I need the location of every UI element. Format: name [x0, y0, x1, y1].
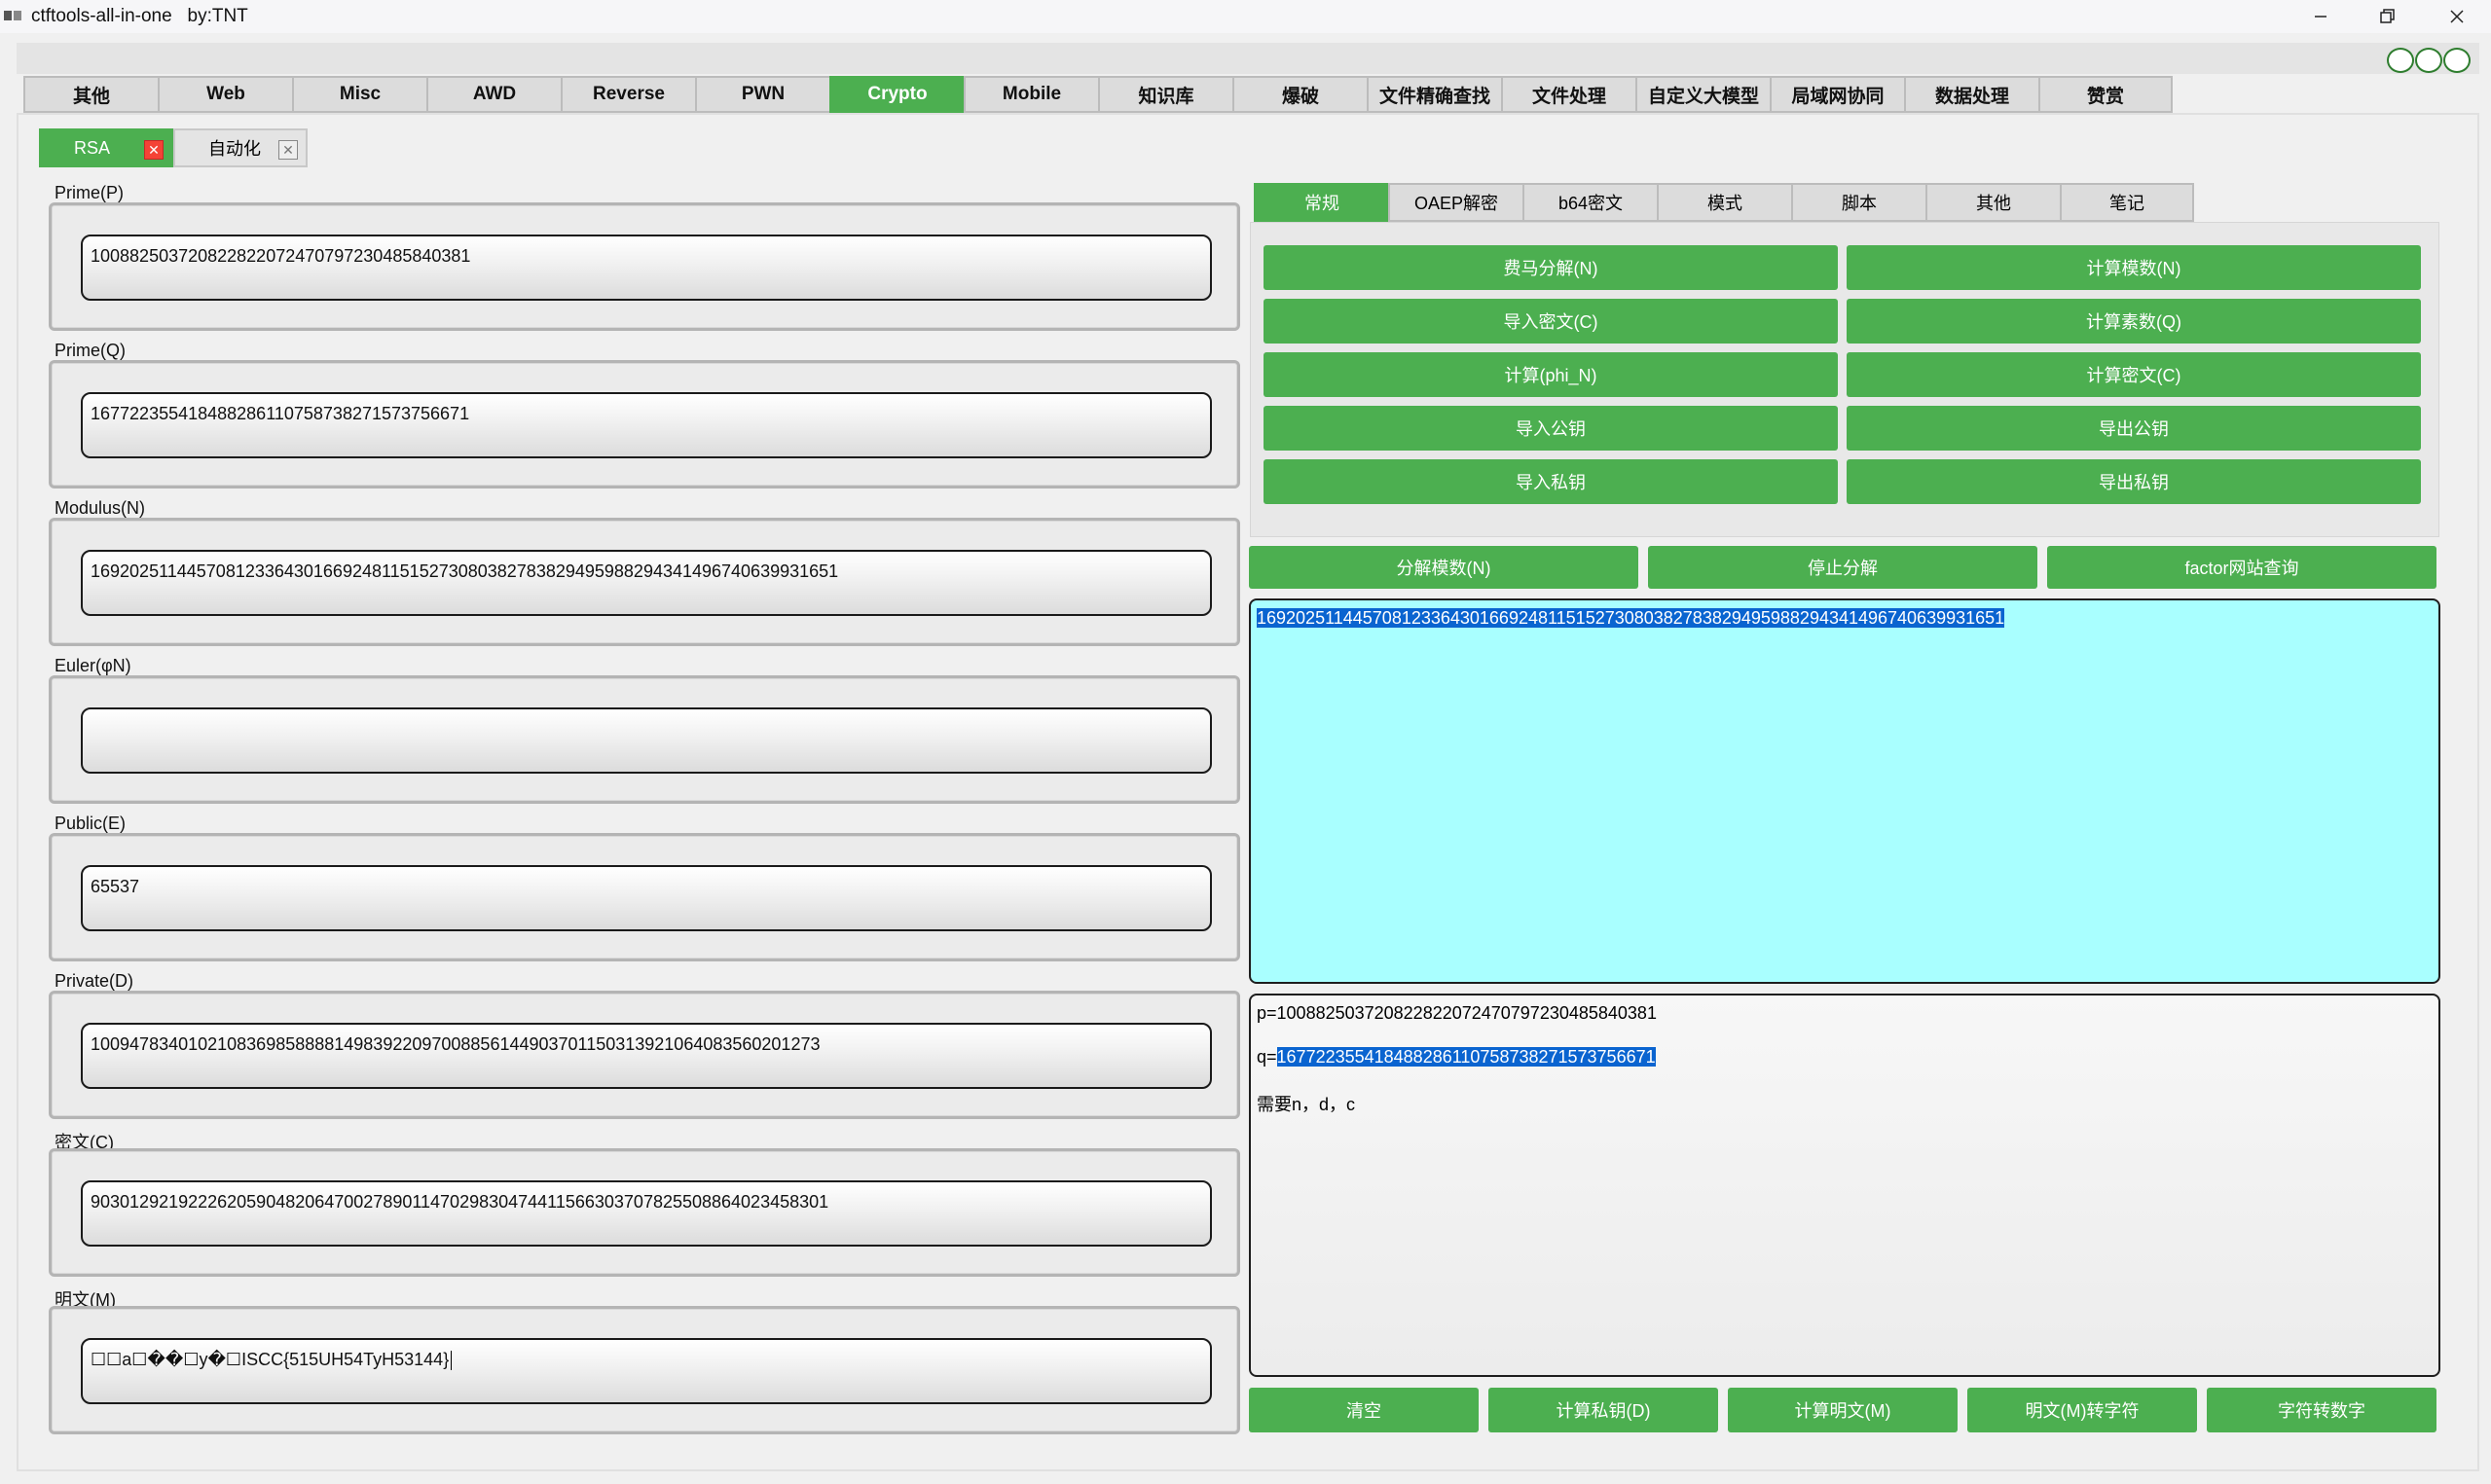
plaintext-m-group: ☐☐a☐��☐y�☐ISCC{515UH54TyH53144}: [49, 1306, 1240, 1434]
action-button[interactable]: 导入密文(C): [1264, 299, 1838, 344]
prime-p-group: 100882503720822822072470797230485840381: [49, 202, 1240, 331]
main-tab[interactable]: Misc: [292, 76, 426, 113]
action-button[interactable]: 费马分解(N): [1264, 245, 1838, 290]
log-p-prefix: p=: [1257, 1003, 1277, 1023]
main-tab[interactable]: Reverse: [561, 76, 695, 113]
minimize-button[interactable]: [2288, 0, 2354, 33]
tab-label: RSA: [74, 137, 111, 158]
close-tab-icon[interactable]: ✕: [278, 140, 298, 160]
main-tab[interactable]: 赞赏: [2038, 76, 2173, 113]
bottom-action-button[interactable]: 计算明文(M): [1728, 1388, 1958, 1432]
action-button[interactable]: 计算模数(N): [1847, 245, 2421, 290]
circle-indicator[interactable]: [2415, 48, 2442, 73]
action-button[interactable]: 导出公钥: [1847, 406, 2421, 451]
main-tab[interactable]: 其他: [23, 76, 158, 113]
bottom-action-button[interactable]: 明文(M)转字符: [1967, 1388, 2197, 1432]
log-line-note: 需要n，d，c: [1257, 1095, 1356, 1114]
right-tab[interactable]: OAEP解密: [1388, 183, 1522, 222]
action-button[interactable]: 计算(phi_N): [1264, 352, 1838, 397]
top-strip: [17, 43, 2479, 74]
restore-icon: [2380, 9, 2395, 23]
title-bar: ctftools-all-in-one by:TNT: [0, 0, 2491, 33]
main-tab[interactable]: Web: [158, 76, 292, 113]
main-tab[interactable]: 知识库: [1098, 76, 1232, 113]
modulus-n-input[interactable]: 1692025114457081233643016692481151527308…: [81, 550, 1212, 616]
main-tab[interactable]: 数据处理: [1904, 76, 2038, 113]
action-button[interactable]: 计算素数(Q): [1847, 299, 2421, 344]
right-tab[interactable]: 模式: [1657, 183, 1791, 222]
main-tab-bar: 其他 Web Misc AWD Reverse PWN Crypto Mobile 知识库 爆破文…: [23, 76, 2173, 113]
private-d-input[interactable]: 1009478340102108369858888149839220970088…: [81, 1023, 1212, 1089]
main-tab[interactable]: 局域网协同: [1770, 76, 1904, 113]
main-tab[interactable]: 爆破: [1232, 76, 1367, 113]
factor-button[interactable]: 分解模数(N): [1249, 546, 1638, 589]
log-line-q: q=16772235541848828611075873827157375667…: [1257, 1047, 1656, 1068]
main-tab[interactable]: AWD: [426, 76, 561, 113]
action-button[interactable]: 导入私钥: [1264, 459, 1838, 504]
main-tab[interactable]: 文件精确查找: [1367, 76, 1501, 113]
status-indicators: [2387, 48, 2471, 73]
euler-phi-label: Euler(φN): [55, 656, 131, 675]
action-button[interactable]: 计算密文(C): [1847, 352, 2421, 397]
window-title: ctftools-all-in-one by:TNT: [31, 6, 248, 26]
factor-output-area[interactable]: 1692025114457081233643016692481151527308…: [1249, 598, 2440, 984]
public-e-input[interactable]: 65537: [81, 865, 1212, 931]
prime-p-label: Prime(P): [55, 183, 124, 202]
log-p-value: 100882503720822822072470797230485840381: [1276, 1003, 1657, 1023]
factor-button[interactable]: 停止分解: [1648, 546, 2037, 589]
log-output-area[interactable]: p=10088250372082282207247079723048584038…: [1249, 994, 2440, 1377]
right-tab[interactable]: 笔记: [2060, 183, 2194, 222]
sub-tab-bar: RSA ✕ 自动化 ✕: [39, 128, 308, 167]
selected-text: 1692025114457081233643016692481151527308…: [1257, 608, 2005, 628]
circle-indicator[interactable]: [2443, 48, 2471, 73]
main-tab[interactable]: 自定义大模型: [1635, 76, 1770, 113]
log-q-value-selected: 167722355418488286110758738271573756671: [1276, 1047, 1656, 1067]
factor-button[interactable]: factor网站查询: [2047, 546, 2436, 589]
app-icon: [4, 11, 21, 20]
modulus-n-label: Modulus(N): [55, 498, 146, 518]
log-q-prefix: q=: [1257, 1047, 1277, 1067]
close-icon: [2450, 10, 2464, 23]
bottom-action-button[interactable]: 清空: [1249, 1388, 1479, 1432]
private-d-label: Private(D): [55, 971, 134, 991]
euler-phi-group: [49, 675, 1240, 804]
right-tab-bar: 常规 OAEP解密 b64密文 模式 脚本 其他 笔记: [1254, 183, 2194, 222]
log-line-p: p=10088250372082282207247079723048584038…: [1257, 1003, 1657, 1024]
euler-phi-input[interactable]: [81, 707, 1212, 774]
tab-label: 自动化: [208, 139, 261, 159]
ciphertext-c-group: 9030129219222620590482064700278901147029…: [49, 1148, 1240, 1277]
bottom-action-button[interactable]: 字符转数字: [2207, 1388, 2436, 1432]
main-tab[interactable]: Crypto: [829, 76, 964, 113]
right-tab[interactable]: 其他: [1925, 183, 2060, 222]
circle-indicator[interactable]: [2387, 48, 2414, 73]
ciphertext-c-input[interactable]: 9030129219222620590482064700278901147029…: [81, 1180, 1212, 1247]
text-caret: [451, 1351, 453, 1371]
prime-q-group: 167722355418488286110758738271573756671: [49, 360, 1240, 489]
modulus-n-group: 1692025114457081233643016692481151527308…: [49, 518, 1240, 646]
main-tab[interactable]: PWN: [695, 76, 829, 113]
right-tab[interactable]: b64密文: [1522, 183, 1657, 222]
public-e-label: Public(E): [55, 814, 127, 833]
private-d-group: 1009478340102108369858888149839220970088…: [49, 991, 1240, 1119]
prime-q-input[interactable]: 167722355418488286110758738271573756671: [81, 392, 1212, 458]
prime-q-label: Prime(Q): [55, 341, 126, 360]
plaintext-m-value: ☐☐a☐��☐y�☐ISCC{515UH54TyH53144}: [91, 1350, 450, 1369]
restore-button[interactable]: [2354, 0, 2420, 33]
prime-p-input[interactable]: 100882503720822822072470797230485840381: [81, 235, 1212, 301]
action-button[interactable]: 导出私钥: [1847, 459, 2421, 504]
minimize-icon: [2315, 16, 2326, 18]
main-tab[interactable]: 文件处理: [1501, 76, 1635, 113]
tab-automation[interactable]: 自动化 ✕: [173, 128, 308, 167]
main-tab[interactable]: Mobile: [964, 76, 1098, 113]
close-tab-icon[interactable]: ✕: [144, 140, 164, 160]
factor-output-text: 1692025114457081233643016692481151527308…: [1257, 608, 2005, 629]
right-tab[interactable]: 脚本: [1791, 183, 1925, 222]
public-e-group: 65537: [49, 833, 1240, 961]
action-button[interactable]: 导入公钥: [1264, 406, 1838, 451]
right-tab[interactable]: 常规: [1254, 183, 1388, 222]
bottom-action-button[interactable]: 计算私钥(D): [1488, 1388, 1718, 1432]
close-button[interactable]: [2424, 0, 2490, 33]
plaintext-m-input[interactable]: ☐☐a☐��☐y�☐ISCC{515UH54TyH53144}: [81, 1338, 1212, 1404]
tab-rsa[interactable]: RSA ✕: [39, 128, 173, 167]
